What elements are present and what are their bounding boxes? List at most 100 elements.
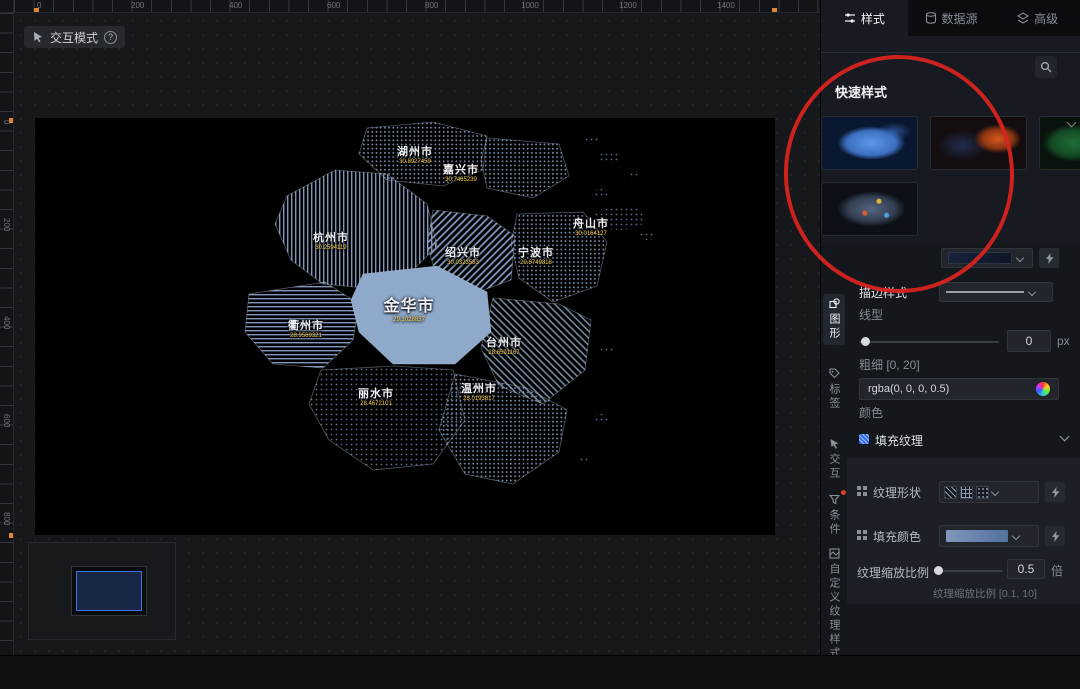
map-component[interactable]: 湖州市 30.8927459 嘉兴市 30.7465239 杭州市 30.259…: [35, 118, 775, 535]
texture-scale-slider[interactable]: [933, 570, 1003, 572]
line-type-select[interactable]: [939, 282, 1053, 302]
side-tab-label-settings[interactable]: 标签: [823, 364, 845, 415]
color-swatch: [948, 252, 1012, 264]
side-tab-condition[interactable]: 条件: [823, 490, 846, 541]
city-value: 28.9569321: [290, 333, 322, 340]
side-tab-custom-texture[interactable]: 自定义纹理样式: [823, 544, 845, 665]
quick-styles-title: 快速样式: [835, 85, 888, 100]
label-tab-icon: [828, 368, 840, 379]
map-city-label: 温州市 28.0193817: [461, 383, 497, 403]
stroke-weight-slider-handle[interactable]: [861, 337, 870, 346]
tab-style[interactable]: 样式: [821, 0, 908, 36]
custom-texture-tab-icon: [828, 548, 840, 559]
notification-dot: [841, 490, 846, 495]
quick-style-thumbnail-orange[interactable]: [930, 116, 1027, 170]
ruler-label: 600: [327, 1, 341, 10]
city-name: 宁波市: [518, 247, 554, 259]
texture-option-diagonal: [944, 485, 957, 499]
texture-option-grid: [960, 485, 973, 499]
tab-datasource[interactable]: 数据源: [908, 0, 995, 36]
city-value: 30.0164127: [575, 231, 607, 238]
stroke-color-value: rgba(0, 0, 0, 0.5): [868, 383, 950, 395]
map-city-label: 绍兴市 30.0323583: [445, 247, 481, 267]
texture-scale-slider-handle[interactable]: [934, 566, 943, 575]
ruler-label: 1200: [619, 1, 637, 10]
editor-canvas[interactable]: 0 200 400 600 800 1000 1200 1400 0 200 4…: [0, 0, 820, 655]
search-icon: [1040, 61, 1052, 73]
fill-section-title[interactable]: 填充纹理: [875, 432, 923, 449]
fill-section-icon: [859, 434, 869, 444]
city-value: 29.8749818: [520, 260, 552, 267]
ruler-left: 0 200 400 600 800: [0, 13, 14, 655]
grid-icon: [857, 530, 867, 540]
side-tab-label: 条件: [828, 509, 840, 537]
ruler-selection-marker: [9, 533, 13, 538]
help-icon[interactable]: ?: [104, 30, 118, 44]
stroke-weight-unit: px: [1057, 334, 1070, 348]
condition-tab-icon: [828, 494, 840, 505]
city-name: 嘉兴市: [443, 164, 479, 176]
ruler-label: 1400: [717, 1, 735, 10]
side-tab-shape[interactable]: 图形: [823, 294, 845, 345]
base-style-select[interactable]: [941, 248, 1033, 268]
zhejiang-map: [244, 121, 655, 485]
city-value: 29.1028837: [393, 316, 425, 323]
tab-advanced[interactable]: 高级: [994, 0, 1080, 36]
quick-style-thumbnail-blue[interactable]: [821, 116, 918, 170]
stroke-weight-caption: 粗细 [0, 20]: [859, 358, 920, 372]
shape-tab-icon: [828, 298, 840, 309]
texture-shape-select[interactable]: [939, 481, 1039, 503]
city-name: 衢州市: [288, 320, 324, 332]
ruler-corner: [0, 0, 14, 13]
city-value: 28.6591167: [488, 350, 520, 357]
chevron-down-icon[interactable]: [1059, 431, 1070, 442]
quick-style-thumbnail-dark[interactable]: [821, 182, 918, 236]
search-button[interactable]: [1035, 56, 1057, 78]
city-value: 28.4672101: [360, 401, 392, 408]
data-mapping-button[interactable]: [1039, 248, 1059, 268]
stroke-color-input[interactable]: rgba(0, 0, 0, 0.5): [859, 378, 1059, 400]
city-name: 湖州市: [397, 146, 433, 158]
texture-scale-unit: 倍: [1051, 564, 1064, 578]
divider: [821, 52, 1080, 53]
stroke-section-title[interactable]: 描边样式: [859, 284, 907, 301]
ruler-selection-marker: [34, 8, 39, 12]
color-wheel-icon[interactable]: [1036, 382, 1050, 396]
city-name: 杭州市: [313, 232, 349, 244]
map-city-label: 杭州市 30.2594119: [313, 232, 349, 252]
ruler-label: 200: [2, 218, 11, 232]
map-city-label: 嘉兴市 30.7465239: [443, 164, 479, 184]
city-value: 30.8927459: [399, 159, 431, 166]
city-name: 金华市: [383, 298, 435, 315]
chevron-down-icon: [1027, 287, 1037, 297]
data-mapping-button[interactable]: [1045, 482, 1065, 502]
ruler-selection-marker: [9, 118, 13, 123]
panel-tab-bar: 样式 数据源 高级: [821, 0, 1080, 36]
side-tab-interaction[interactable]: 交互: [823, 434, 845, 485]
stroke-weight-input[interactable]: 0: [1007, 330, 1051, 352]
map-city-label: 丽水市 28.4672101: [358, 388, 394, 408]
data-mapping-button[interactable]: [1045, 526, 1065, 546]
stroke-weight-slider[interactable]: [859, 341, 999, 343]
interaction-mode-toggle[interactable]: 交互模式 ?: [24, 26, 126, 48]
line-style-sample: [946, 291, 1024, 293]
chevron-down-icon: [1011, 531, 1021, 541]
ruler-top: 0 200 400 600 800 1000 1200 1400: [14, 0, 820, 13]
tab-label: 数据源: [941, 11, 978, 26]
minimap-panel[interactable]: [28, 542, 176, 640]
city-value: 30.7465239: [445, 177, 477, 184]
map-city-label: 舟山市 30.0164127: [573, 218, 609, 238]
chevron-down-icon: [1015, 253, 1025, 263]
texture-scale-input[interactable]: 0.5: [1007, 559, 1045, 579]
minimap-selection[interactable]: [76, 571, 142, 611]
mapping-icon: [1045, 252, 1053, 264]
fill-color-select[interactable]: [939, 525, 1039, 547]
status-bar: − 49 % 存在跨项目复制的组件，按 cmd / ctrl + v 粘贴 × …: [0, 655, 1080, 689]
texture-scale-hint: 纹理缩放比例 [0.1, 10]: [933, 588, 1037, 600]
city-value: 28.0193817: [463, 396, 495, 403]
city-name: 温州市: [461, 383, 497, 395]
config-panel: 样式 数据源 高级 描边样式 线型 0 px 粗细 [0, 20] rgba(0…: [820, 0, 1080, 661]
mapping-icon: [1051, 530, 1059, 542]
city-value: 30.2594119: [315, 245, 347, 252]
map-city-label: 宁波市 29.8749818: [518, 247, 554, 267]
